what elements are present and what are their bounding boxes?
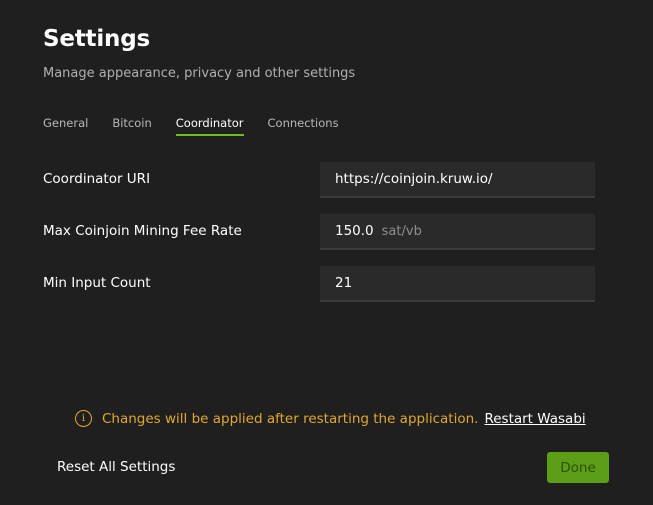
min-input-count-label: Min Input Count	[43, 275, 151, 291]
restart-wasabi-link[interactable]: Restart Wasabi	[484, 411, 585, 427]
reset-all-settings-button[interactable]: Reset All Settings	[57, 459, 175, 475]
restart-notice-text: Changes will be applied after restarting…	[102, 410, 479, 427]
page-title: Settings	[43, 26, 150, 52]
min-input-count-value: 21	[335, 275, 353, 291]
info-icon: i	[75, 410, 92, 427]
settings-dialog: Settings Manage appearance, privacy and …	[0, 0, 653, 505]
settings-tabs: General Bitcoin Coordinator Connections	[43, 116, 363, 136]
tab-connections[interactable]: Connections	[268, 116, 339, 136]
max-fee-rate-input[interactable]: 150.0 sat/vb	[320, 214, 595, 250]
tab-bitcoin[interactable]: Bitcoin	[112, 116, 151, 136]
coordinator-uri-label: Coordinator URI	[43, 171, 151, 187]
min-input-count-input[interactable]: 21	[320, 266, 595, 302]
max-fee-rate-value: 150.0	[335, 223, 374, 239]
tab-coordinator[interactable]: Coordinator	[175, 116, 244, 136]
max-fee-rate-label: Max Coinjoin Mining Fee Rate	[43, 223, 242, 239]
coordinator-uri-value: https://coinjoin.kruw.io/	[335, 171, 493, 187]
max-fee-rate-unit: sat/vb	[381, 223, 422, 239]
restart-notice: i Changes will be applied after restarti…	[75, 410, 586, 427]
tab-general[interactable]: General	[43, 116, 88, 136]
done-button[interactable]: Done	[547, 452, 609, 483]
coordinator-uri-input[interactable]: https://coinjoin.kruw.io/	[320, 162, 595, 198]
page-subtitle: Manage appearance, privacy and other set…	[43, 66, 356, 81]
